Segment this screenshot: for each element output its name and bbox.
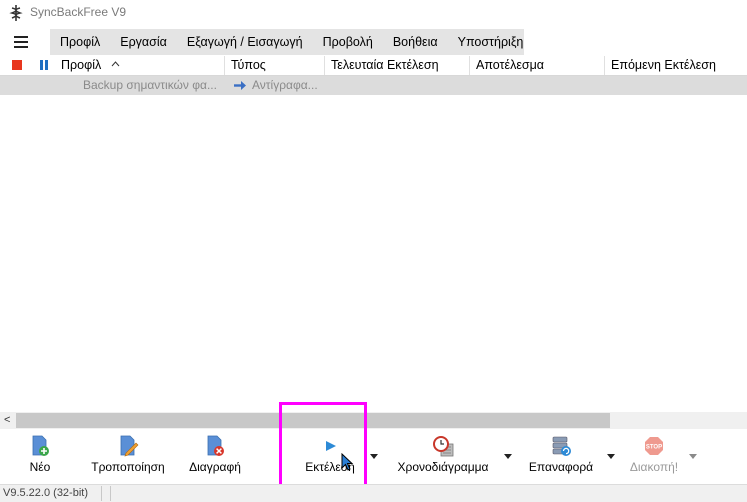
sort-ascending-icon — [111, 61, 120, 67]
new-document-icon — [32, 435, 49, 456]
edit-document-icon — [120, 435, 139, 457]
syncback-logo-icon — [9, 5, 23, 21]
menu-task[interactable]: Εργασία — [110, 29, 177, 55]
restore-dropdown-chevron-icon[interactable] — [607, 454, 615, 459]
stop-button-label: Διακοπή! — [629, 460, 679, 474]
restore-database-icon — [552, 436, 571, 456]
menu-strip: Προφίλ Εργασία Εξαγωγή / Εισαγωγή Προβολ… — [50, 29, 524, 55]
table-row[interactable]: Backup σημαντικών φα... Αντίγραφα... — [0, 76, 747, 95]
menu-help[interactable]: Βοήθεια — [383, 29, 448, 55]
schedule-dropdown-chevron-icon[interactable] — [504, 454, 512, 459]
delete-button-label: Διαγραφή — [189, 460, 241, 474]
column-result[interactable]: Αποτέλεσμα — [476, 56, 544, 75]
modify-button-label: Τροποποίηση — [91, 460, 165, 474]
menu-bar: Προφίλ Εργασία Εξαγωγή / Εισαγωγή Προβολ… — [0, 29, 747, 55]
column-type[interactable]: Τύπος — [231, 56, 266, 75]
mouse-pointer-icon — [341, 453, 354, 471]
arrow-right-icon — [234, 81, 246, 90]
schedule-button[interactable]: Χρονοδιάγραμμα — [394, 435, 492, 479]
schedule-clock-icon — [433, 436, 454, 457]
restore-button-label: Επαναφορά — [528, 460, 594, 474]
delete-document-icon — [207, 435, 224, 456]
column-next-run[interactable]: Επόμενη Εκτέλεση — [611, 56, 716, 75]
svg-text:STOP: STOP — [646, 445, 662, 451]
list-header: Προφίλ Τύπος Τελευταία Εκτέλεση Αποτέλεσ… — [0, 56, 747, 76]
row-profile-name: Backup σημαντικών φα... — [83, 78, 217, 92]
status-bar: V9.5.22.0 (32-bit) — [0, 484, 747, 502]
new-button-label: Νέο — [29, 460, 51, 474]
stop-button[interactable]: STOP Διακοπή! — [624, 435, 684, 479]
modify-button[interactable]: Τροποποίηση — [88, 435, 168, 479]
stop-sign-icon: STOP — [645, 437, 663, 455]
version-text: V9.5.22.0 (32-bit) — [3, 487, 88, 499]
menu-support[interactable]: Υποστήριξη — [448, 29, 534, 55]
title-bar: SyncBackFree V9 — [0, 0, 747, 26]
menu-import-export[interactable]: Εξαγωγή / Εισαγωγή — [177, 29, 313, 55]
pause-all-icon[interactable] — [40, 60, 50, 70]
window-title: SyncBackFree V9 — [30, 5, 127, 19]
run-dropdown-chevron-icon[interactable] — [370, 454, 378, 459]
new-button[interactable]: Νέο — [22, 435, 58, 479]
menu-profile[interactable]: Προφίλ — [50, 29, 110, 55]
scrollbar-thumb[interactable] — [16, 413, 610, 428]
restore-button[interactable]: Επαναφορά — [524, 435, 598, 479]
play-icon — [326, 441, 336, 451]
scroll-left-icon[interactable]: < — [4, 414, 10, 426]
hamburger-menu-icon[interactable] — [14, 36, 28, 48]
row-profile-type: Αντίγραφα... — [252, 78, 318, 92]
column-last-run[interactable]: Τελευταία Εκτέλεση — [331, 56, 439, 75]
column-profile[interactable]: Προφίλ — [61, 56, 120, 75]
menu-view[interactable]: Προβολή — [313, 29, 383, 55]
delete-button[interactable]: Διαγραφή — [183, 435, 247, 479]
stop-dropdown-chevron-icon[interactable] — [689, 454, 697, 459]
stop-all-icon[interactable] — [12, 60, 22, 70]
horizontal-scrollbar[interactable]: < — [0, 412, 747, 429]
schedule-button-label: Χρονοδιάγραμμα — [397, 460, 489, 474]
